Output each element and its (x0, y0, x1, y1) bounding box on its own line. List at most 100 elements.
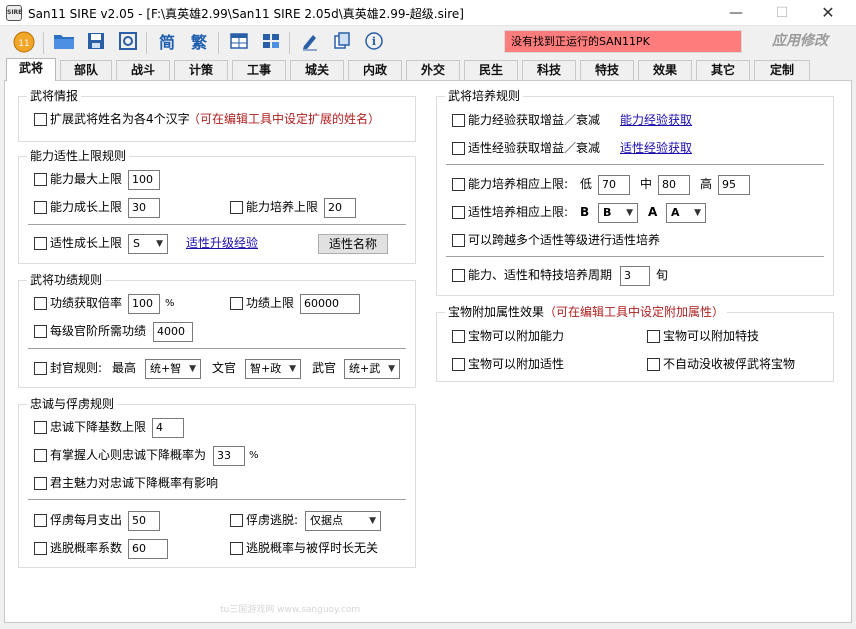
per-rank-merit-checkbox[interactable] (34, 325, 47, 338)
merit-cap-checkbox[interactable] (230, 297, 243, 310)
low-input[interactable]: 70 (598, 175, 630, 195)
training-title: 武将培养规则 (445, 89, 524, 103)
tab-unit[interactable]: 部队 (60, 60, 112, 80)
civil-label: 文官 (212, 361, 237, 375)
aptitude-growth-select[interactable]: S ▼ (128, 234, 168, 254)
aptitude-exp-checkbox[interactable] (452, 142, 465, 155)
ability-exp-link[interactable]: 能力经验获取 (620, 112, 692, 128)
close-button[interactable]: ✕ (806, 0, 850, 26)
info-icon[interactable]: i (362, 31, 386, 55)
treasure-skill-checkbox[interactable] (647, 330, 660, 343)
cross-aptitude-checkbox[interactable] (452, 234, 465, 247)
loyalty-drop-base-checkbox[interactable] (34, 421, 47, 434)
lord-charm-checkbox[interactable] (34, 477, 47, 490)
tab-strategy[interactable]: 计策 (174, 60, 228, 80)
tab-skill[interactable]: 特技 (580, 60, 634, 80)
traditional-chinese-icon[interactable]: 繁 (187, 31, 211, 55)
cross-aptitude-label: 可以跨越多个适性等级进行适性培养 (468, 233, 661, 247)
merit-cap-input[interactable]: 60000 (300, 294, 360, 314)
tab-diplomacy[interactable]: 外交 (406, 60, 460, 80)
ability-max-checkbox[interactable] (34, 173, 47, 186)
ability-cap-checkbox[interactable] (452, 178, 465, 191)
aptitude-limit-title: 能力适性上限规则 (27, 149, 130, 163)
mid-input[interactable]: 80 (658, 175, 690, 195)
loyalty-drop-base-input[interactable]: 4 (152, 418, 184, 438)
aptitude-growth-checkbox[interactable] (34, 237, 47, 250)
tab-effect[interactable]: 效果 (638, 60, 692, 80)
captive-escape-select[interactable]: 仅据点 ▼ (305, 511, 381, 531)
ability-train-input[interactable]: 20 (324, 198, 356, 218)
training-cycle-checkbox[interactable] (452, 269, 465, 282)
civil-select[interactable]: 智+政 ▼ (245, 359, 301, 379)
treasure-ability-checkbox[interactable] (452, 330, 465, 343)
tab-general[interactable]: 武将 (6, 58, 56, 81)
tab-internal[interactable]: 内政 (348, 60, 402, 80)
b-select[interactable]: B ▼ (598, 203, 638, 223)
save-icon[interactable] (84, 31, 108, 55)
training-cycle-input[interactable]: 3 (620, 266, 650, 286)
edit-pen-icon[interactable] (298, 31, 322, 55)
simplified-chinese-icon[interactable]: 简 (155, 31, 179, 55)
divider (446, 256, 824, 257)
apply-changes-button[interactable]: 应用修改 (758, 30, 842, 53)
tab-battle[interactable]: 战斗 (116, 60, 170, 80)
tab-construction[interactable]: 工事 (232, 60, 286, 80)
loyalty-drop-prob-input[interactable]: 33 (213, 446, 245, 466)
treasure-title: 宝物附加属性效果（可在编辑工具中设定附加属性） (445, 305, 728, 319)
escape-coef-label: 逃脱概率系数 (50, 541, 123, 555)
open-folder-icon[interactable] (52, 31, 76, 55)
captive-monthly-input[interactable]: 50 (128, 511, 160, 531)
aptitude-name-button[interactable]: 适性名称 (318, 234, 388, 254)
tab-custom[interactable]: 定制 (754, 60, 810, 80)
ability-growth-checkbox[interactable] (34, 201, 47, 214)
rank-rule-checkbox[interactable] (34, 362, 47, 375)
san11-logo-icon[interactable]: 11 (12, 31, 36, 55)
tab-technology[interactable]: 科技 (522, 60, 576, 80)
extend-name-checkbox[interactable] (34, 113, 47, 126)
svg-text:i: i (372, 35, 376, 48)
a-label: A (648, 205, 658, 219)
aptitude-exp-link[interactable]: 适性经验获取 (620, 140, 692, 156)
aptitude-upgrade-link[interactable]: 适性升级经验 (186, 235, 258, 251)
copy-icon[interactable] (330, 31, 354, 55)
ability-train-checkbox[interactable] (230, 201, 243, 214)
extend-name-label: 扩展武将姓名为各4个汉字 (50, 112, 190, 126)
ability-train-label: 能力培养上限 (246, 200, 319, 214)
toolbar-separator (146, 32, 147, 54)
chevron-down-icon: ▼ (369, 516, 376, 526)
training-cycle-label: 能力、适性和特技培养周期 (468, 268, 613, 282)
windows-icon[interactable] (259, 31, 283, 55)
escape-time-label: 逃脱概率与被俘时长无关 (246, 541, 379, 555)
merit-rate-checkbox[interactable] (34, 297, 47, 310)
tab-city[interactable]: 城关 (290, 60, 344, 80)
treasure-aptitude-checkbox[interactable] (452, 358, 465, 371)
escape-time-checkbox[interactable] (230, 542, 243, 555)
escape-coef-checkbox[interactable] (34, 542, 47, 555)
settings-icon[interactable] (116, 31, 140, 55)
loyalty-drop-prob-checkbox[interactable] (34, 449, 47, 462)
captive-monthly-checkbox[interactable] (34, 514, 47, 527)
chevron-down-icon: ▼ (388, 364, 395, 374)
tab-livelihood[interactable]: 民生 (464, 60, 518, 80)
merit-rate-input[interactable]: 100 (128, 294, 160, 314)
watermark: tu三国游戏网 www.sanguoy.com (220, 605, 361, 615)
no-confiscate-checkbox[interactable] (647, 358, 660, 371)
military-select[interactable]: 统+武 ▼ (344, 359, 400, 379)
training-cycle-unit: 旬 (656, 268, 669, 282)
ability-max-input[interactable]: 100 (128, 170, 160, 190)
highest-select[interactable]: 统+智 ▼ (145, 359, 201, 379)
escape-coef-input[interactable]: 60 (128, 539, 168, 559)
per-rank-merit-input[interactable]: 4000 (153, 322, 193, 342)
ability-exp-checkbox[interactable] (452, 114, 465, 127)
captive-escape-checkbox[interactable] (230, 514, 243, 527)
tab-other[interactable]: 其它 (696, 60, 750, 80)
high-input[interactable]: 95 (718, 175, 750, 195)
a-select[interactable]: A ▼ (666, 203, 706, 223)
maximize-button[interactable]: ☐ (760, 0, 804, 26)
ability-growth-input[interactable]: 30 (128, 198, 160, 218)
rank-rule-label: 封官规则: (50, 361, 103, 375)
minimize-button[interactable]: — (714, 0, 758, 26)
table-icon[interactable] (227, 31, 251, 55)
aptitude-cap-checkbox[interactable] (452, 206, 465, 219)
loyalty-drop-prob-unit: % (249, 450, 259, 461)
